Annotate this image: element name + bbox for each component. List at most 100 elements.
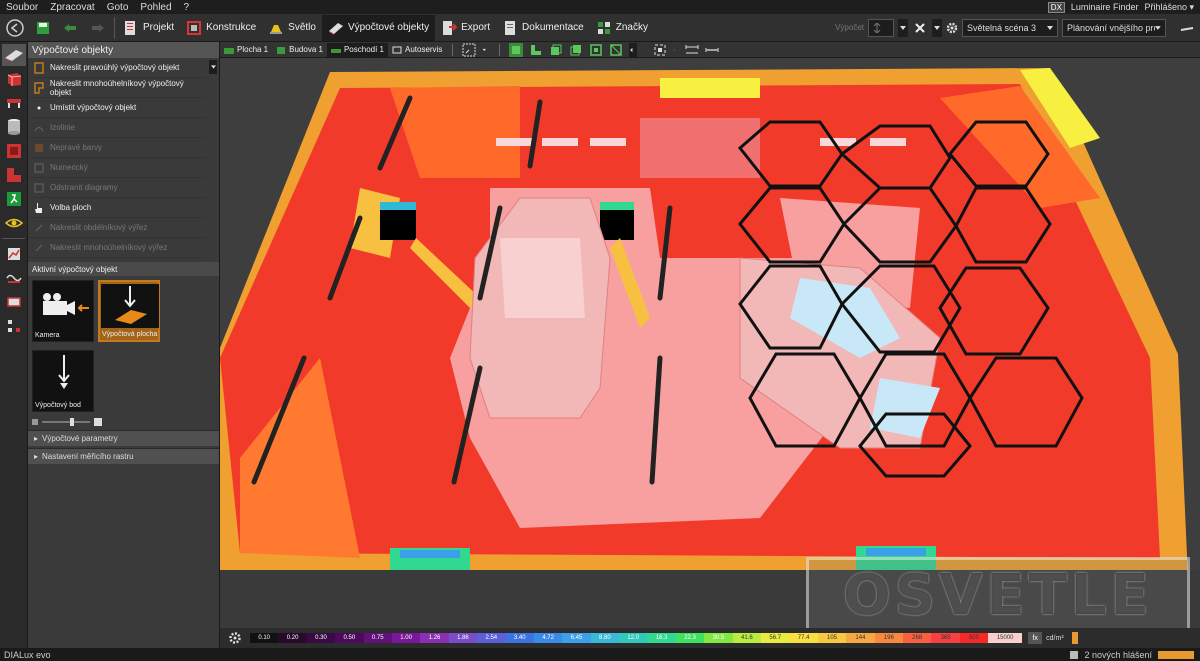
planning-value: Plánování vnějšího prost... [1067, 22, 1155, 33]
accordion-grid-settings[interactable]: ▸ Nastavení měřicího rastru [28, 448, 219, 464]
project-icon [125, 20, 135, 35]
grid-points-tool[interactable] [2, 315, 26, 337]
window-strip [870, 138, 906, 146]
measure-icon[interactable] [705, 43, 719, 57]
accordion-calc-params[interactable]: ▸ Výpočtové parametry [28, 430, 219, 446]
calc-surface-icon [5, 50, 23, 62]
scale-settings-icon[interactable] [228, 631, 242, 645]
wave-tool[interactable] [2, 267, 26, 289]
cmd-select-surfaces[interactable]: Volba ploch [28, 198, 206, 218]
view-front-icon[interactable] [549, 43, 563, 57]
view-back-icon[interactable] [589, 43, 603, 57]
cmd-draw-poly-cutout[interactable]: Nakreslit mnohoúhelníkový výřez [28, 238, 206, 258]
numeric-icon [34, 163, 44, 172]
cmd-numeric[interactable]: Numerický [28, 158, 206, 178]
cmd-draw-rect-cutout[interactable]: Nakreslit obdélníkový výřez [28, 218, 206, 238]
planning-select[interactable]: Plánování vnějšího prost... [1062, 18, 1166, 37]
tab-dokumentace[interactable]: Dokumentace [496, 15, 590, 41]
sort-icon [873, 22, 881, 33]
command-list-scroll[interactable] [209, 60, 217, 74]
selection-mode-icon[interactable] [462, 43, 476, 57]
tab-dokumentace-label: Dokumentace [522, 22, 584, 33]
tile-size-slider[interactable] [42, 418, 90, 426]
cmd-false-colors[interactable]: Nepravé barvy [28, 138, 206, 158]
exit-sign-tool[interactable] [2, 188, 26, 210]
cmd-label: Nakreslit mnohoúhelníkový výřez [50, 243, 168, 252]
viewtab-plocha[interactable]: Plocha 1 [220, 43, 272, 57]
rectangle-tool[interactable] [2, 291, 26, 313]
calc-surface-tool[interactable] [2, 44, 26, 66]
false-color-render[interactable] [220, 58, 1200, 628]
cmd-draw-rectangular[interactable]: Nakreslit pravoúhlý výpočtový objekt [28, 58, 206, 78]
visibility-tool[interactable] [2, 212, 26, 234]
save-button[interactable] [30, 15, 56, 41]
view-floor-icon[interactable] [529, 43, 543, 57]
left-tool-strip [0, 42, 28, 648]
viewtab-poschodi[interactable]: Poschodí 1 [326, 42, 388, 57]
room-tool[interactable] [2, 140, 26, 162]
polygon-draw-icon [34, 81, 44, 94]
3d-viewport[interactable] [220, 58, 1200, 628]
cmd-remove-diagrams[interactable]: Odstranit diagramy [28, 178, 206, 198]
menu-help[interactable]: ? [178, 2, 196, 13]
view-side-icon[interactable] [569, 43, 583, 57]
cmd-label: Odstranit diagramy [50, 183, 118, 192]
scale-fx-button[interactable]: fx [1028, 632, 1043, 644]
light-scene-select[interactable]: Světelná scéna 3 [962, 18, 1058, 37]
tab-znacky-label: Značky [615, 22, 648, 33]
cylinder-tool[interactable] [2, 116, 26, 138]
chevron-left-icon[interactable] [629, 42, 638, 57]
tab-konstrukce[interactable]: Konstrukce [180, 15, 262, 41]
chart-icon [8, 248, 20, 260]
slider-thumb[interactable] [70, 418, 74, 426]
accordion-label: Výpočtové parametry [42, 434, 118, 443]
back-button[interactable] [0, 15, 30, 41]
zoom-extents-icon[interactable] [653, 43, 667, 57]
gear-icon[interactable] [946, 22, 958, 34]
luminaire-finder-link[interactable]: Luminaire Finder [1071, 2, 1139, 12]
chevron-down-icon[interactable] [482, 43, 490, 57]
small-dot-icon [674, 49, 676, 50]
calc-dropdown[interactable] [898, 18, 908, 37]
view-top-icon[interactable] [609, 43, 623, 57]
scale-cell: 0.75 [363, 633, 392, 643]
scale-cell: 0.50 [335, 633, 364, 643]
chart-tool[interactable] [2, 243, 26, 265]
cmd-place-calc-object[interactable]: Umístit výpočtový objekt [28, 98, 206, 118]
login-menu[interactable]: Přihlášeno ▾ [1144, 2, 1194, 13]
cube-tool[interactable] [2, 68, 26, 90]
floor-cut-tool[interactable] [2, 164, 26, 186]
messages-count[interactable]: 2 nových hlášení [1084, 650, 1152, 660]
tab-znacky[interactable]: Značky [590, 15, 654, 41]
cmd-draw-polygonal[interactable]: Nakreslit mnohoúhelníkový výpočtový obje… [28, 78, 206, 98]
tile-camera[interactable]: Kamera [32, 280, 94, 342]
undo-button[interactable] [56, 15, 84, 41]
chevron-down-icon [900, 25, 906, 30]
tab-svetlo-label: Světlo [288, 22, 316, 33]
viewtab-autoservis[interactable]: Autoservis [388, 43, 446, 57]
tab-projekt[interactable]: Projekt [117, 15, 180, 41]
tile-calc-surface[interactable]: Výpočtová plocha [98, 280, 160, 342]
stop-dropdown[interactable] [932, 18, 942, 37]
tab-export[interactable]: Export [435, 15, 496, 41]
close-icon [915, 22, 925, 33]
stop-button[interactable] [912, 19, 928, 37]
cmd-isolines[interactable]: Izolinie [28, 118, 206, 138]
tab-svetlo[interactable]: Světlo [262, 15, 322, 41]
menu-soubor[interactable]: Soubor [0, 2, 44, 13]
ceiling-tool[interactable] [2, 92, 26, 114]
minimize-panel-icon[interactable] [1180, 23, 1194, 33]
tab-vypoctove-objekty[interactable]: Výpočtové objekty [321, 14, 436, 41]
status-right: 2 nových hlášení [1070, 650, 1200, 660]
calc-selector[interactable] [868, 18, 894, 37]
redo-button[interactable] [84, 15, 112, 41]
tile-calc-point[interactable]: Výpočtový bod [32, 350, 94, 412]
menu-zpracovat[interactable]: Zpracovat [44, 2, 100, 13]
menu-pohled[interactable]: Pohled [134, 2, 177, 13]
cube-icon [7, 73, 22, 86]
dimension-icon[interactable] [685, 43, 699, 57]
viewtab-budova[interactable]: Budova 1 [272, 43, 327, 57]
view-3d-icon[interactable] [509, 42, 524, 57]
menu-goto[interactable]: Goto [101, 2, 135, 13]
scale-toggle[interactable] [1071, 632, 1078, 644]
